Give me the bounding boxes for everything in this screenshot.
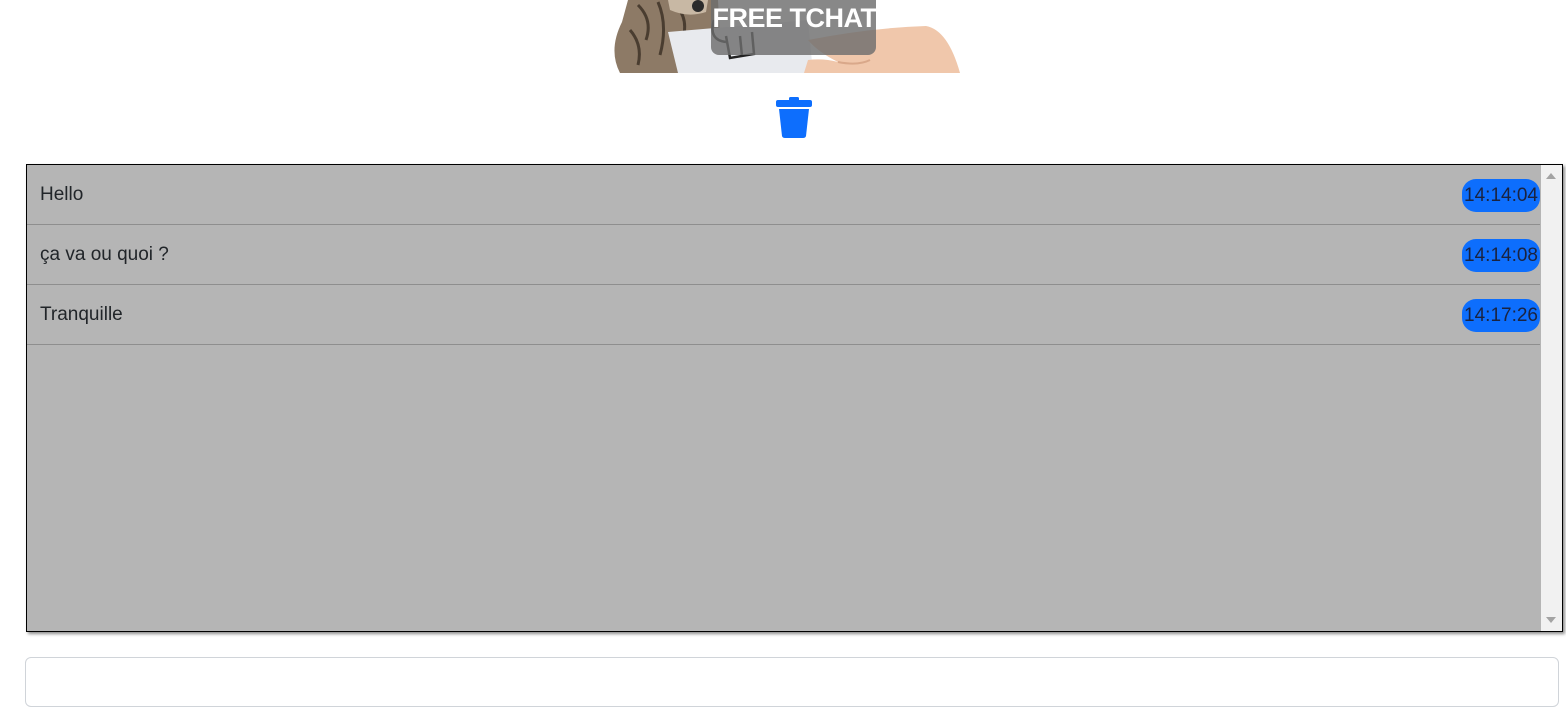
scroll-up-arrow-icon[interactable]: [1546, 173, 1556, 179]
message-list: Hello 14:14:04 ça va ou quoi ? 14:14:08 …: [27, 165, 1540, 631]
message-timestamp-badge: 14:14:04: [1462, 179, 1540, 212]
delete-messages-button[interactable]: [774, 96, 814, 140]
trash-icon: [776, 97, 812, 138]
message-input[interactable]: [25, 657, 1559, 707]
message-row: Hello 14:14:04: [27, 165, 1540, 225]
message-timestamp-badge: 14:17:26: [1462, 299, 1540, 332]
message-text: Tranquille: [40, 304, 123, 325]
message-text: ça va ou quoi ?: [40, 244, 169, 265]
message-row: ça va ou quoi ? 14:14:08: [27, 225, 1540, 285]
chat-messages-panel[interactable]: Hello 14:14:04 ça va ou quoi ? 14:14:08 …: [26, 164, 1563, 632]
vertical-scrollbar[interactable]: [1541, 165, 1562, 631]
message-timestamp-badge: 14:14:08: [1462, 239, 1540, 272]
header-banner: FREE TCHAT: [608, 0, 960, 73]
message-text: Hello: [40, 184, 84, 205]
message-row: Tranquille 14:17:26: [27, 285, 1540, 345]
scroll-down-arrow-icon[interactable]: [1546, 617, 1556, 623]
banner-title: FREE TCHAT: [712, 3, 878, 33]
